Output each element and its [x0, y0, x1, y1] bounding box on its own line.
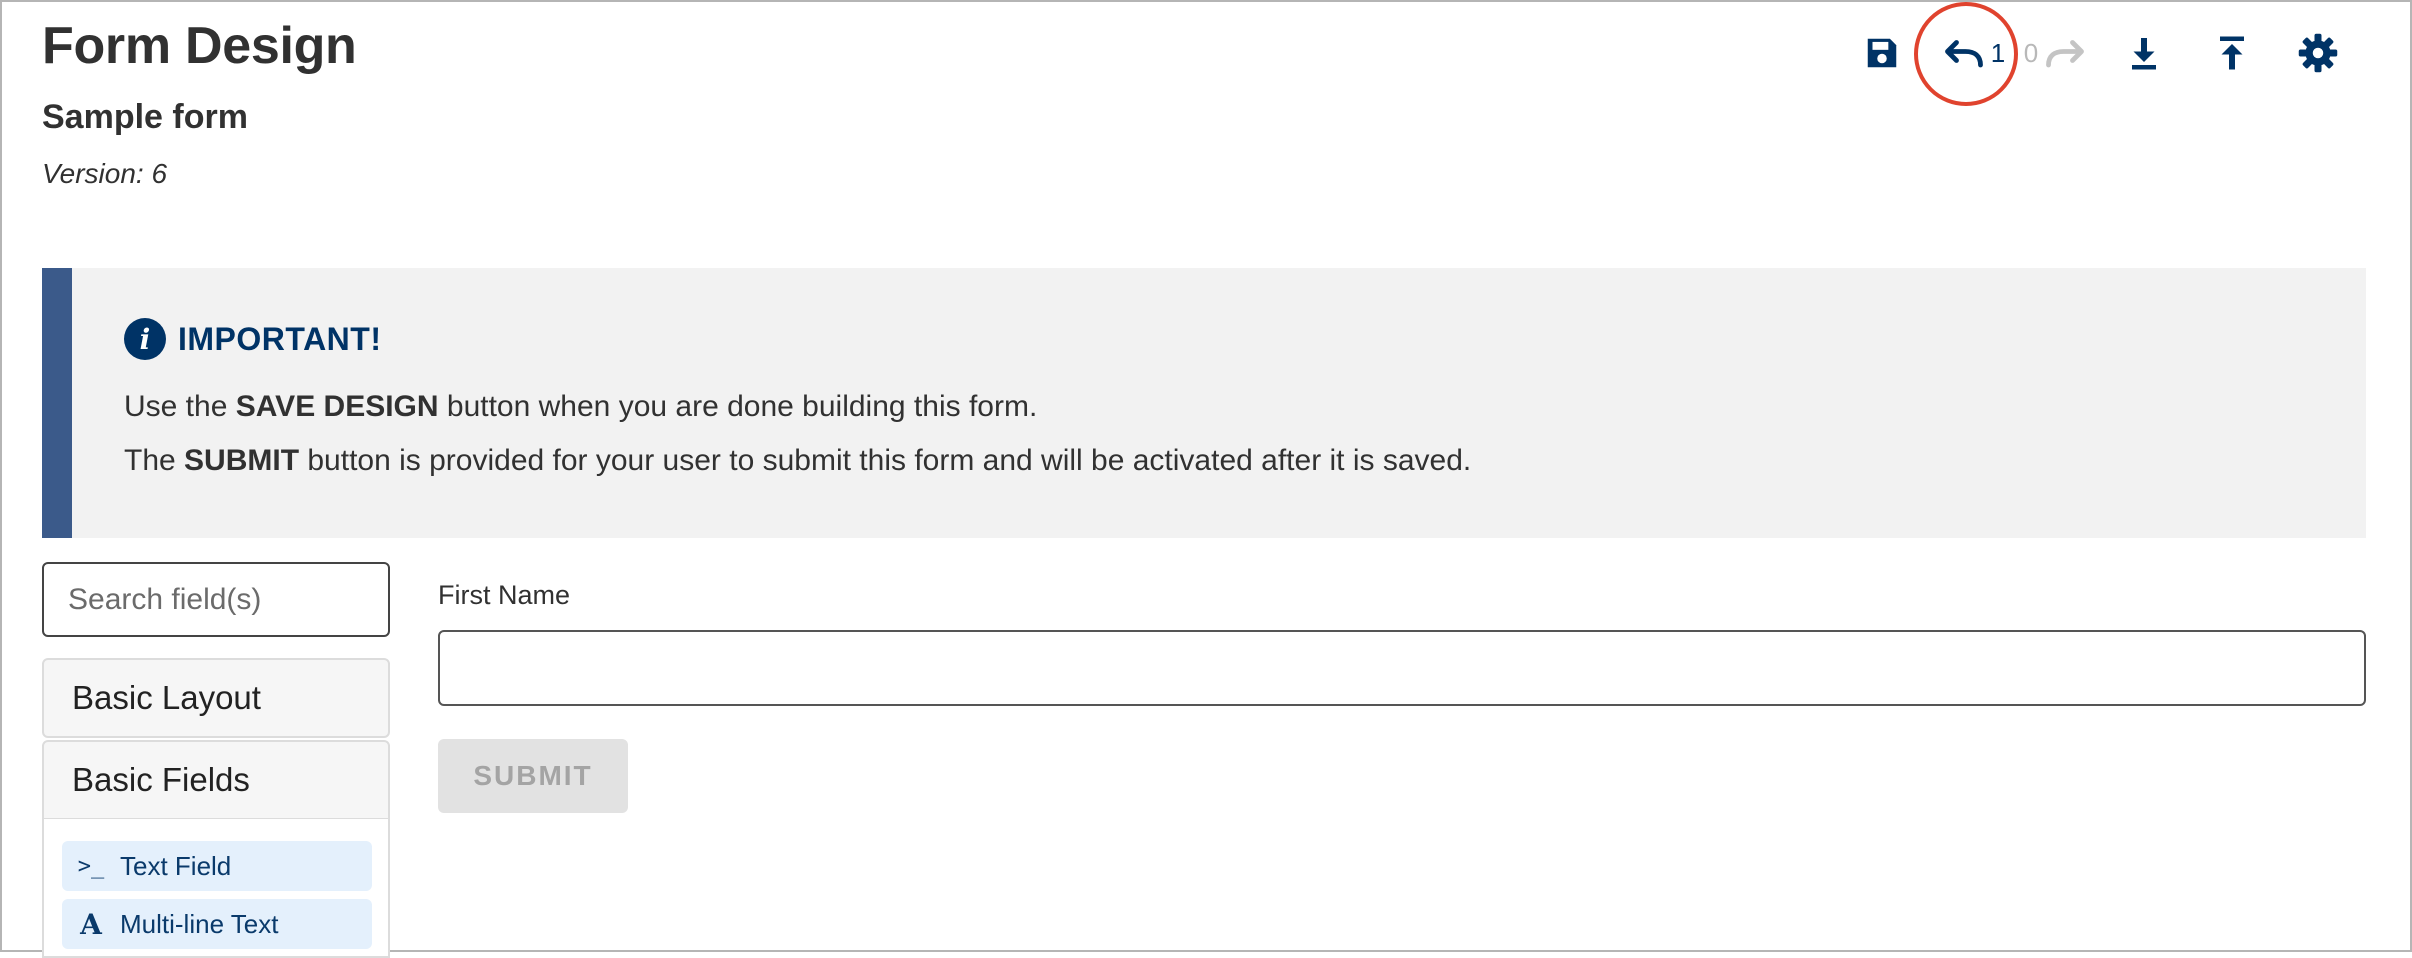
page-title: Form Design	[42, 17, 357, 75]
important-notice: i IMPORTANT! Use the SAVE DESIGN button …	[42, 268, 2366, 538]
field-multiline-text[interactable]: A Multi-line Text	[62, 899, 372, 949]
field-text-field[interactable]: >_ Text Field	[62, 841, 372, 891]
submit-button[interactable]: SUBMIT	[438, 739, 628, 813]
form-name: Sample form	[42, 98, 248, 136]
redo-button[interactable]: 0	[2020, 22, 2090, 84]
redo-count: 0	[2023, 37, 2039, 68]
field-label: Text Field	[120, 850, 232, 881]
field-label: Multi-line Text	[120, 908, 279, 939]
first-name-input[interactable]	[438, 630, 2366, 706]
accordion-basic-fields[interactable]: Basic Fields	[42, 740, 390, 820]
accordion-basic-layout[interactable]: Basic Layout	[42, 658, 390, 738]
notice-text: button when you are done building this f…	[438, 390, 1038, 423]
save-icon	[1867, 38, 1897, 68]
accordion-label: Basic Fields	[72, 761, 250, 798]
basic-fields-panel: >_ Text Field A Multi-line Text	[42, 818, 390, 958]
save-button[interactable]	[1852, 22, 1912, 84]
download-icon	[2132, 38, 2156, 70]
notice-bold: SUBMIT	[184, 444, 300, 477]
gear-icon	[2298, 33, 2338, 73]
undo-count: 1	[1990, 37, 2006, 68]
settings-button[interactable]	[2288, 22, 2348, 84]
notice-title: IMPORTANT!	[178, 320, 382, 357]
search-fields-input[interactable]	[42, 562, 390, 637]
undo-button[interactable]: 1	[1934, 22, 2014, 84]
upload-button[interactable]	[2202, 22, 2262, 84]
upload-icon	[2220, 36, 2244, 70]
notice-line-1: Use the SAVE DESIGN button when you are …	[124, 390, 1037, 424]
version-label: Version: 6	[42, 158, 168, 189]
notice-bold: SAVE DESIGN	[235, 390, 439, 423]
info-icon: i	[124, 318, 166, 360]
notice-line-2: The SUBMIT button is provided for your u…	[124, 444, 1471, 478]
undo-icon	[1944, 40, 1983, 68]
notice-text: button is provided for your user to subm…	[299, 444, 1472, 477]
download-button[interactable]	[2114, 22, 2174, 84]
first-name-label: First Name	[438, 580, 571, 610]
terminal-icon: >_	[77, 853, 105, 879]
toolbar: 1 0	[1852, 2, 2372, 106]
notice-text: Use the	[124, 390, 236, 423]
notice-text: The	[124, 444, 185, 477]
app-frame: Form Design Sample form Version: 6 1 0 i…	[0, 0, 2412, 958]
accordion-label: Basic Layout	[72, 679, 261, 716]
redo-icon	[2046, 40, 2085, 68]
notice-header: i IMPORTANT!	[124, 318, 381, 360]
font-icon: A	[80, 907, 102, 941]
